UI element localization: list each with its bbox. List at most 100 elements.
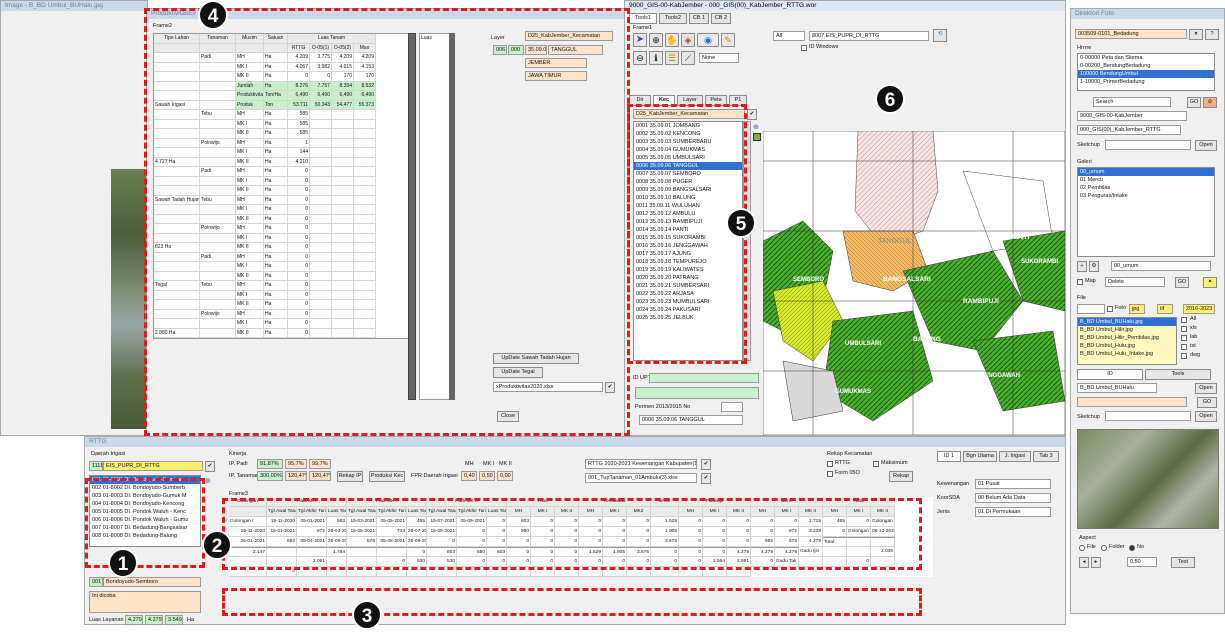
close-button[interactable]: Close xyxy=(497,411,519,422)
tab-layer[interactable]: Layer xyxy=(677,95,703,106)
year-filter[interactable]: 2016-2023 xyxy=(1183,304,1215,314)
galeri-list-item[interactable]: 02 Pembilas xyxy=(1078,184,1214,192)
kecamatan-list-item[interactable]: 0012 35.09.12 AMBULU xyxy=(634,210,742,218)
golongan-cell[interactable]: 0 xyxy=(703,517,727,527)
daerah-irigasi-list-item[interactable]: 003 01-8003 DI. Bondoyudo-Gumuk M xyxy=(90,492,200,500)
golongan-cell[interactable]: 0 xyxy=(531,527,555,537)
golongan-cell[interactable]: 0 xyxy=(487,517,507,527)
table-cell[interactable]: 0 xyxy=(288,205,310,215)
rekap-ip-button[interactable]: Rekap IP xyxy=(337,471,363,482)
gadu-cell[interactable]: 2.036 xyxy=(871,547,895,557)
table-cell[interactable] xyxy=(354,281,376,291)
table-cell[interactable]: 6,490 xyxy=(288,91,310,101)
golongan-cell[interactable]: 872 xyxy=(297,527,327,537)
produktivitas-file-select[interactable]: xProduktivitas2020.xlsx xyxy=(493,382,603,392)
table-cell[interactable] xyxy=(310,271,332,281)
hand-icon[interactable]: ✋ xyxy=(665,33,679,47)
table-cell[interactable]: 0 xyxy=(288,214,310,224)
golongan-cell[interactable]: 0 xyxy=(427,537,457,547)
daerah-irigasi-list-item[interactable]: 001 01-8001 DI. Bondoyudo-Semboro xyxy=(90,476,200,484)
path-field-1[interactable]: 9000_GIS-00-KabJember xyxy=(1077,111,1187,121)
table-cell[interactable]: 0 xyxy=(288,262,310,272)
luas-layanan-2[interactable]: 4.279 xyxy=(145,615,163,625)
gadu-cell[interactable]: 2.591 xyxy=(727,557,751,567)
table-cell[interactable] xyxy=(332,110,354,120)
table-cell[interactable] xyxy=(332,262,354,272)
table-cell[interactable]: 4.067 xyxy=(288,62,310,72)
tab-dir[interactable]: Dir xyxy=(629,95,651,106)
gadu-cell[interactable] xyxy=(377,567,407,577)
golongan-cell[interactable]: 15-03-2021 xyxy=(347,517,377,527)
kecamatan-list-item[interactable]: 0002 35.09.02 KENCONG xyxy=(634,130,742,138)
gadu-cell[interactable] xyxy=(871,557,895,567)
fpr-mk1[interactable]: 0,50 xyxy=(479,471,495,481)
table-cell[interactable] xyxy=(310,328,332,338)
table-cell[interactable] xyxy=(332,205,354,215)
gadu-cell[interactable]: 2.564 xyxy=(703,557,727,567)
id-windows-checkbox[interactable] xyxy=(801,45,807,51)
kecamatan-list-item[interactable]: 0022 35.09.22 ARJASA xyxy=(634,290,742,298)
golongan-cell[interactable]: 0 xyxy=(531,537,555,547)
gadu-cell[interactable] xyxy=(579,567,603,577)
gadu-cell[interactable] xyxy=(487,567,507,577)
table-cell[interactable]: 3.775 xyxy=(310,53,332,63)
table-cell[interactable]: 7.757 xyxy=(310,81,332,91)
kecamatan-list-item[interactable]: 0017 35.09.17 AJUNG xyxy=(634,250,742,258)
jenis-select[interactable]: 01 Di Permukaan xyxy=(975,507,1051,517)
table-cell[interactable]: 0 xyxy=(288,195,310,205)
golongan-table[interactable]: Golongan Padi-MH Padi-MK I Padi-MK II Tebu Te… xyxy=(229,497,933,577)
table-cell[interactable] xyxy=(310,129,332,139)
zoom-select[interactable]: 0.50 xyxy=(1127,557,1157,567)
tab-id1[interactable]: ID 1 xyxy=(937,451,961,462)
golongan-cell[interactable]: 580 xyxy=(507,527,531,537)
golongan-cell[interactable]: 0 xyxy=(679,517,703,527)
golongan-cell[interactable]: 603 xyxy=(507,517,531,527)
kecamatan-list-item[interactable]: 0019 35.09.19 KALIWATES xyxy=(634,266,742,274)
daerah-irigasi-list-item[interactable]: 006 01-8006 DI. Pondok Waluh - Gumu xyxy=(90,516,200,524)
table-cell[interactable] xyxy=(310,290,332,300)
kecamatan-list-item[interactable]: 0010 35.09.10 BALUNG xyxy=(634,194,742,202)
galeri-input[interactable]: 00_umum xyxy=(1111,261,1211,271)
gadu-cell[interactable] xyxy=(555,567,579,577)
golongan-cell[interactable]: 743 xyxy=(377,527,407,537)
table-cell[interactable] xyxy=(354,167,376,177)
table-cell[interactable] xyxy=(332,271,354,281)
table-cell[interactable] xyxy=(354,176,376,186)
layer-code-2[interactable]: 000 xyxy=(508,45,524,55)
table-cell[interactable]: 170 xyxy=(332,72,354,82)
golongan-cell[interactable]: 25-03-2021 xyxy=(327,527,347,537)
tup-file-confirm[interactable]: ✔ xyxy=(701,473,711,484)
ip-tanaman-1[interactable]: 300,00% xyxy=(257,471,283,481)
golongan-cell[interactable]: 872 xyxy=(775,527,799,537)
table-cell[interactable]: 170 xyxy=(354,72,376,82)
directory-help-button[interactable]: ? xyxy=(1205,29,1219,40)
gadu-cell[interactable]: 0 xyxy=(751,557,775,567)
file-select-confirm-button[interactable]: ✔ xyxy=(605,382,615,393)
di-name-field[interactable]: EIS_PUPR_DI_RTTG xyxy=(103,461,203,471)
golongan-cell[interactable]: 15-11-2020 xyxy=(267,517,297,527)
kecamatan-list-item[interactable]: 0011 35.09.11 WULUHAN xyxy=(634,202,742,210)
luas-scrollbar[interactable] xyxy=(449,33,455,400)
golongan-cell[interactable]: 0 xyxy=(603,517,627,527)
table-cell[interactable] xyxy=(332,290,354,300)
golongan-cell[interactable]: 1.529 xyxy=(651,517,679,527)
gadu-cell[interactable]: 0 xyxy=(457,557,487,567)
hirarki-list-item[interactable]: 1-10000_PrimerBedadung xyxy=(1078,78,1214,86)
upt-detail-field[interactable] xyxy=(635,387,759,399)
table-cell[interactable] xyxy=(332,281,354,291)
table-cell[interactable]: 4.015 xyxy=(332,62,354,72)
file-type-checkbox[interactable] xyxy=(1181,326,1187,332)
tab-tools1[interactable]: Tools1 xyxy=(629,13,657,24)
gadu-cell[interactable]: 0 xyxy=(487,557,507,567)
next-button[interactable]: ▸ xyxy=(1091,557,1101,568)
kecamatan-list-item[interactable]: 0006 35.09.06 TANGGUL xyxy=(634,162,742,170)
table-cell[interactable] xyxy=(354,148,376,158)
kecamatan-list-item[interactable]: 0009 35.09.09 BANGSALSARI xyxy=(634,186,742,194)
table-cell[interactable] xyxy=(310,138,332,148)
table-cell[interactable]: 1 xyxy=(288,138,310,148)
gadu-cell[interactable] xyxy=(229,557,267,567)
table-cell[interactable]: 4.209 xyxy=(354,53,376,63)
daerah-irigasi-list-item[interactable]: 002 01-8002 DI. Bondoyudo-Sumberb xyxy=(90,484,200,492)
produktivitas-table[interactable]: Tipe Lahan Tanaman Musim Satuan Luas Tanam RT… xyxy=(153,33,409,339)
gadu-cell[interactable] xyxy=(531,567,555,577)
